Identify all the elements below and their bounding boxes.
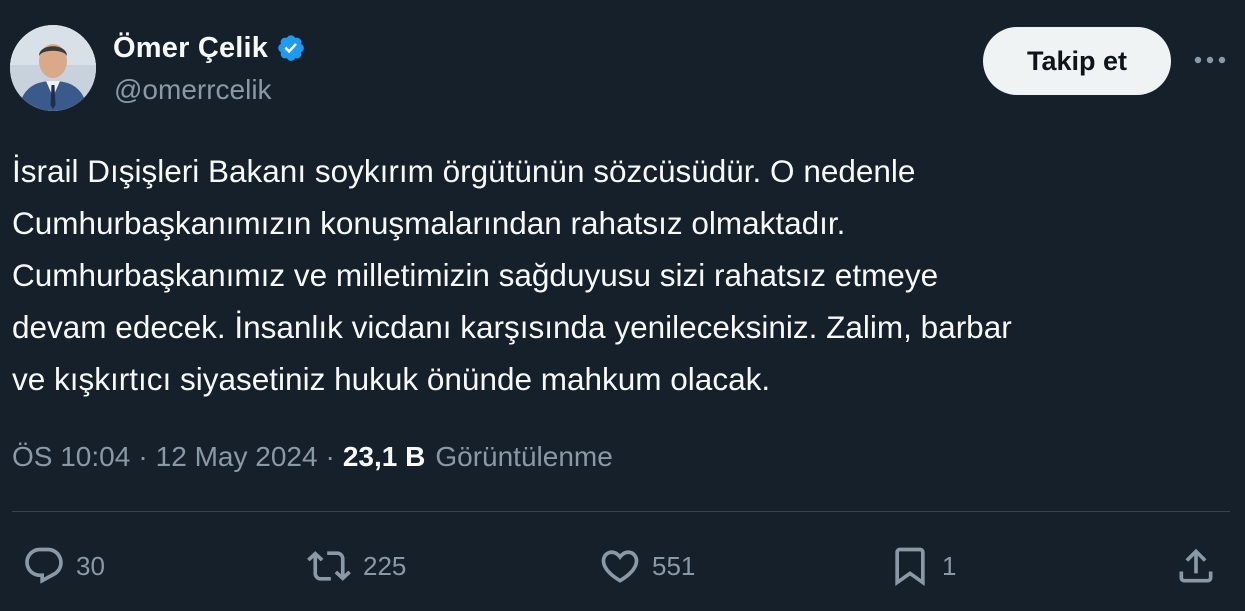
views-count[interactable]: 23,1 B	[343, 441, 426, 473]
heart-icon	[598, 544, 642, 588]
meta-separator: ·	[138, 441, 148, 472]
author-handle[interactable]: @omerrcelik	[114, 74, 272, 106]
retweet-count: 225	[363, 550, 407, 581]
share-button[interactable]	[1174, 540, 1218, 592]
reply-bubble-icon	[22, 544, 66, 588]
reply-count: 30	[76, 550, 105, 581]
more-dots-icon	[1194, 56, 1226, 64]
tweet-meta: ÖS 10:04 · 12 May 2024 · 23,1 B Görüntül…	[12, 435, 613, 479]
author-avatar[interactable]	[10, 25, 96, 111]
reply-button[interactable]: 30	[22, 540, 105, 592]
tweet-time[interactable]: ÖS 10:04	[12, 441, 130, 473]
meta-separator: ·	[325, 441, 335, 472]
author-name-row[interactable]: Ömer Çelik	[113, 28, 306, 68]
views-label: Görüntülenme	[435, 441, 613, 472]
bookmark-icon	[888, 544, 932, 588]
like-count: 551	[652, 550, 696, 581]
divider	[12, 511, 1230, 512]
tweet-date[interactable]: 12 May 2024	[156, 441, 318, 473]
retweet-arrows-icon	[305, 544, 353, 588]
author-display-name[interactable]: Ömer Çelik	[113, 32, 268, 65]
retweet-button[interactable]: 225	[305, 540, 406, 592]
tweet-text: İsrail Dışişleri Bakanı soykırım örgütün…	[12, 153, 1012, 397]
like-button[interactable]: 551	[598, 540, 695, 592]
follow-button[interactable]: Takip et	[983, 27, 1171, 95]
bookmark-count: 1	[942, 550, 957, 581]
avatar-photo-icon	[10, 25, 96, 111]
more-options-button[interactable]	[1190, 45, 1230, 75]
share-upload-icon	[1174, 544, 1218, 588]
tweet-card[interactable]: Ömer Çelik @omerrcelik Takip et İsrail D…	[0, 0, 1245, 611]
verified-badge-icon	[276, 33, 306, 63]
bookmark-button[interactable]: 1	[888, 540, 956, 592]
